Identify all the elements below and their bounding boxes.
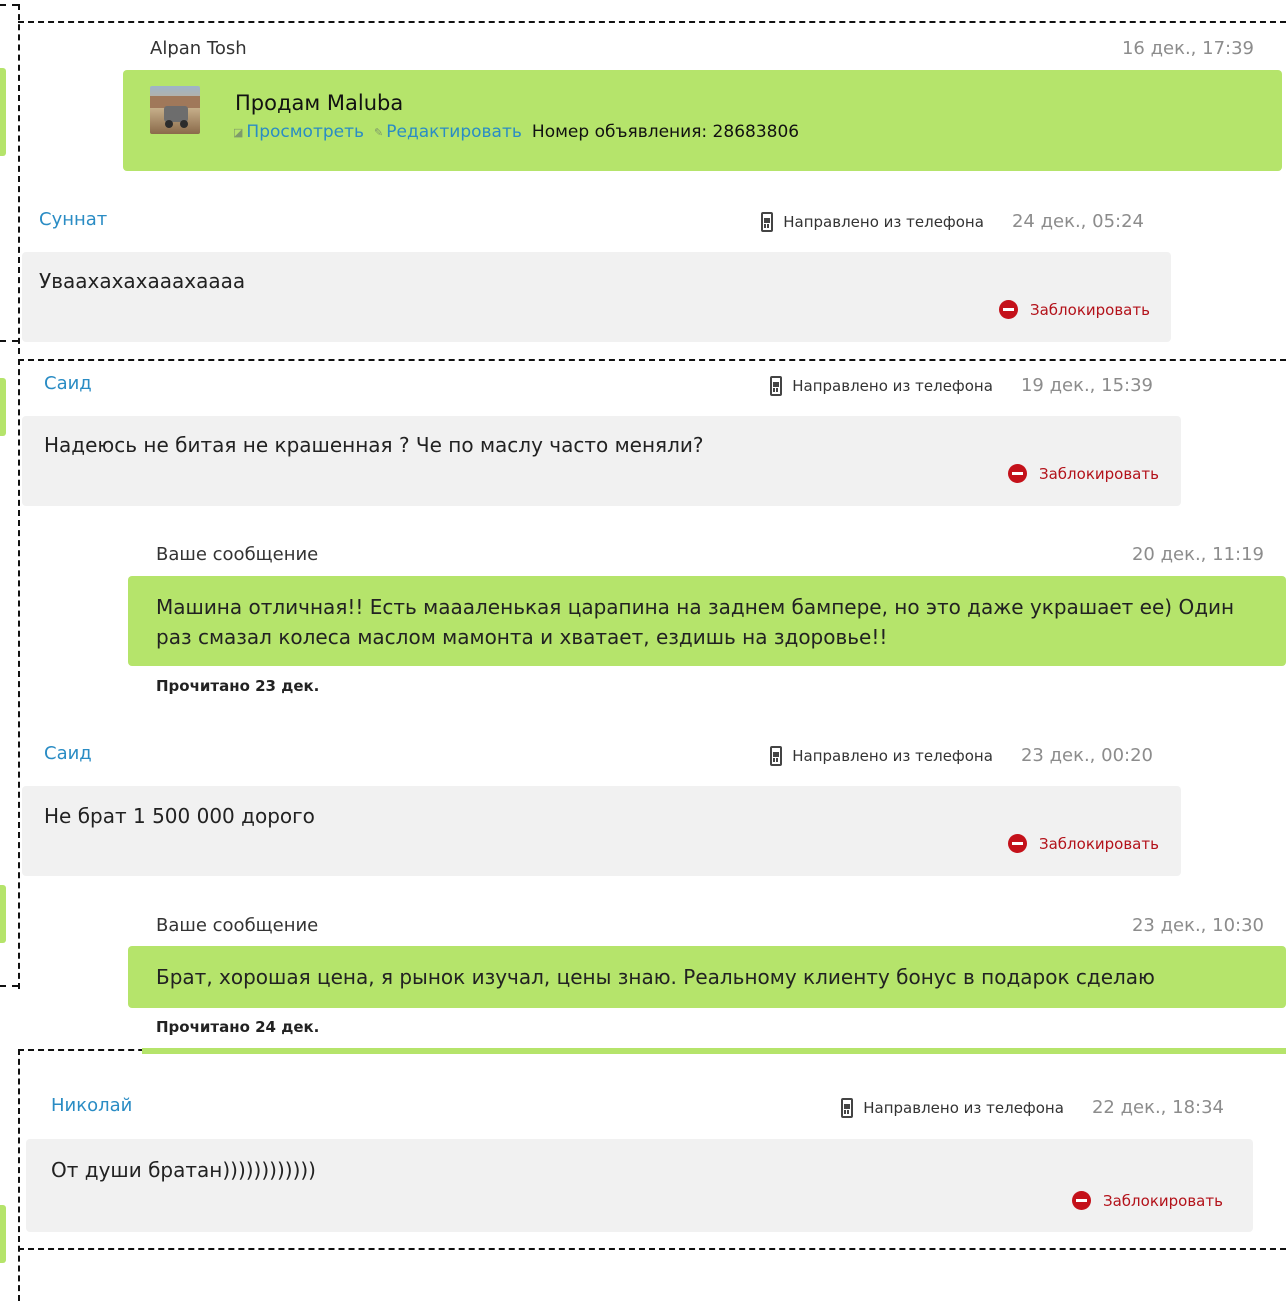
separator (18, 1248, 1286, 1250)
read-status: Прочитано 23 дек. (156, 677, 320, 695)
message-meta: Направлено из телефона 24 дек., 05:24 (761, 211, 1144, 232)
sent-from-phone-label: Направлено из телефона (783, 212, 984, 231)
message-author[interactable]: Николай (51, 1095, 132, 1116)
block-icon (999, 300, 1018, 319)
ad-number: Номер объявления: 28683806 (531, 122, 800, 142)
separator (0, 340, 18, 342)
ad-date: 16 дек., 17:39 (1121, 38, 1254, 59)
separator (0, 4, 18, 6)
view-link[interactable]: ◪ Просмотреть (233, 122, 364, 142)
unread-marker (0, 885, 6, 943)
block-label: Заблокировать (1103, 1191, 1223, 1210)
message-meta: Направлено из телефона 22 дек., 18:34 (841, 1097, 1224, 1118)
unread-marker (0, 378, 6, 436)
block-button[interactable]: Заблокировать (1008, 464, 1159, 483)
block-button[interactable]: Заблокировать (1008, 834, 1159, 853)
separator (18, 359, 20, 989)
message-text: Машина отличная!! Есть маааленькая царап… (156, 595, 1235, 649)
block-icon (1008, 834, 1027, 853)
phone-icon (761, 211, 774, 232)
own-message-author: Ваше сообщение (156, 544, 319, 565)
message-text: Уваахахахааахаааа (39, 269, 246, 293)
message-bubble (26, 1139, 1253, 1232)
block-icon (1008, 464, 1027, 483)
message-bubble (22, 786, 1181, 876)
message-date: 20 дек., 11:19 (1131, 544, 1264, 565)
message-author[interactable]: Саид (44, 743, 92, 764)
view-label: Просмотреть (246, 122, 365, 142)
message-author[interactable]: Суннат (39, 209, 107, 230)
block-button[interactable]: Заблокировать (999, 300, 1150, 319)
message-date: 24 дек., 05:24 (1011, 211, 1144, 232)
pencil-icon: ✎ (374, 125, 384, 139)
message-author[interactable]: Саид (44, 373, 92, 394)
message-text: Надеюсь не битая не крашенная ? Че по ма… (44, 433, 704, 457)
ad-author: Alpan Tosh (150, 38, 247, 59)
external-link-icon: ◪ (233, 125, 244, 139)
own-message-author: Ваше сообщение (156, 915, 319, 936)
phone-icon (770, 745, 783, 766)
edit-link[interactable]: ✎ Редактировать (374, 122, 522, 142)
message-text: От души братан)))))))))))) (51, 1158, 316, 1182)
block-label: Заблокировать (1030, 300, 1150, 319)
message-date: 23 дек., 00:20 (1020, 745, 1153, 766)
separator (0, 985, 18, 987)
block-label: Заблокировать (1039, 464, 1159, 483)
message-date: 22 дек., 18:34 (1091, 1097, 1224, 1118)
separator (18, 1049, 20, 1301)
edit-label: Редактировать (386, 122, 522, 142)
message-meta: Направлено из телефона 23 дек., 00:20 (770, 745, 1153, 766)
ad-actions: ◪ Просмотреть ✎ Редактировать Номер объя… (233, 122, 799, 142)
unread-marker (0, 68, 6, 156)
sent-from-phone-label: Направлено из телефона (792, 376, 993, 395)
read-status: Прочитано 24 дек. (156, 1018, 320, 1036)
sent-from-phone-label: Направлено из телефона (863, 1098, 1064, 1117)
message-text: Брат, хорошая цена, я рынок изучал, цены… (156, 965, 1155, 989)
ad-thumbnail[interactable] (150, 86, 200, 134)
unread-marker (0, 1205, 6, 1263)
message-text: Не брат 1 500 000 дорого (44, 804, 315, 828)
separator (18, 4, 20, 354)
phone-icon (841, 1097, 854, 1118)
message-date: 23 дек., 10:30 (1131, 915, 1264, 936)
block-icon (1072, 1191, 1091, 1210)
separator (18, 359, 1286, 361)
sent-from-phone-label: Направлено из телефона (792, 746, 993, 765)
phone-icon (770, 375, 783, 396)
block-label: Заблокировать (1039, 834, 1159, 853)
message-meta: Направлено из телефона 19 дек., 15:39 (770, 375, 1153, 396)
block-button[interactable]: Заблокировать (1072, 1191, 1223, 1210)
ad-title[interactable]: Продам Maluba (235, 91, 403, 115)
ad-card: Продам Maluba ◪ Просмотреть ✎ Редактиров… (123, 70, 1282, 171)
separator (18, 21, 1286, 23)
message-date: 19 дек., 15:39 (1020, 375, 1153, 396)
next-bubble-edge (142, 1048, 1286, 1054)
